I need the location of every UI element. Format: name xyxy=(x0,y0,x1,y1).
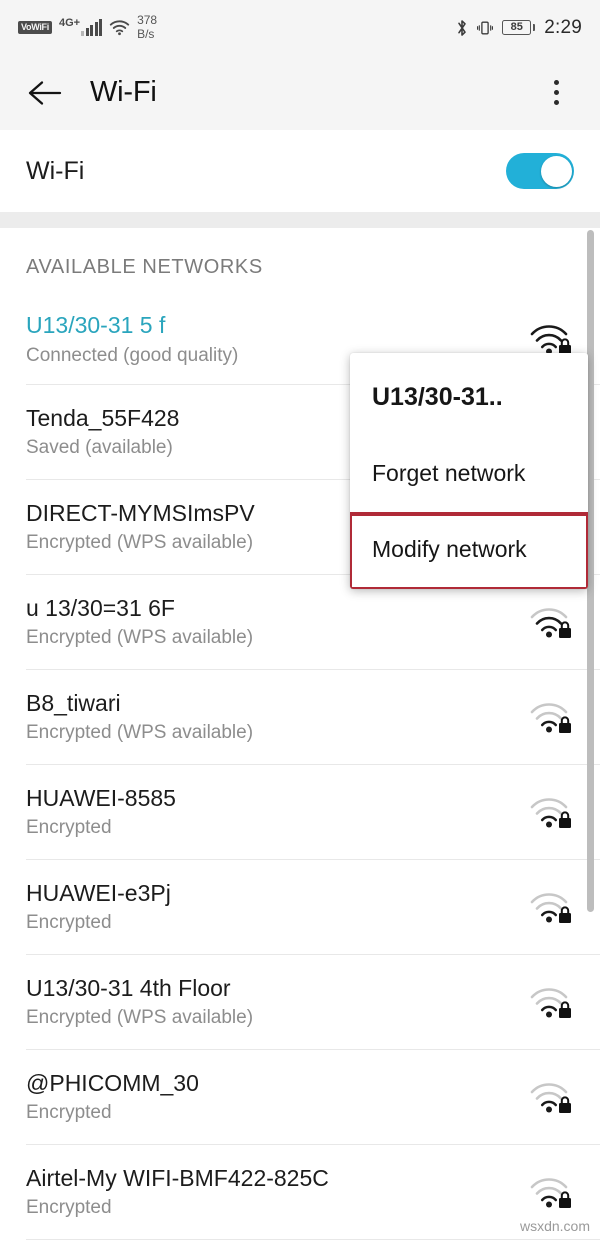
vibrate-icon xyxy=(477,19,494,37)
watermark: wsxdn.com xyxy=(519,1218,590,1234)
network-row-texts: @PHICOMM_30 Encrypted xyxy=(26,1069,199,1124)
wifi-toggle-switch[interactable] xyxy=(506,153,574,189)
cellular-signal-icon: 4G+ xyxy=(59,17,103,36)
network-name: HUAWEI-8585 xyxy=(26,784,176,811)
wifi-signal-lock-icon xyxy=(528,604,574,642)
wifi-toggle-knob xyxy=(540,155,572,187)
wifi-icon xyxy=(109,19,130,36)
network-name: B8_tiwari xyxy=(26,689,121,716)
phone-screen: VoWiFi 4G+ 378 B/s 85 2:29 Wi-Fi Wi-Fi A… xyxy=(0,0,600,1240)
network-row-texts: Tenda_55F428 Saved (available) xyxy=(26,404,180,459)
network-status: Encrypted (WPS available) xyxy=(26,532,254,554)
network-status: Encrypted xyxy=(26,1102,112,1124)
network-row-texts: HUAWEI-e3Pj Encrypted xyxy=(26,879,171,934)
status-bar: VoWiFi 4G+ 378 B/s 85 2:29 xyxy=(0,0,600,55)
network-row[interactable]: Airtel-My WIFI-BMF422-825C Encrypted xyxy=(0,1145,600,1240)
section-header-available-networks: AVAILABLE NETWORKS xyxy=(26,256,263,278)
bluetooth-icon xyxy=(456,19,468,37)
network-name: u 13/30=31 6F xyxy=(26,594,175,621)
network-row-texts: DIRECT-MYMSImsPV Encrypted (WPS available… xyxy=(26,499,255,554)
network-name: HUAWEI-e3Pj xyxy=(26,879,171,906)
network-status: Encrypted xyxy=(26,912,112,934)
network-name: DIRECT-MYMSImsPV xyxy=(26,499,255,526)
network-row-texts: U13/30-31 5 f Connected (good quality) xyxy=(26,313,238,366)
network-row[interactable]: u 13/30=31 6F Encrypted (WPS available) xyxy=(0,575,600,670)
network-status: Encrypted (WPS available) xyxy=(26,1007,254,1029)
network-name: Tenda_55F428 xyxy=(26,404,180,431)
back-arrow-icon[interactable] xyxy=(22,70,68,116)
network-status: Encrypted xyxy=(26,817,112,839)
wifi-signal-lock-icon xyxy=(528,1174,574,1212)
network-name: U13/30-31 4th Floor xyxy=(26,974,231,1001)
overflow-menu-icon[interactable] xyxy=(534,70,578,116)
data-rate-unit: B/s xyxy=(137,26,155,41)
network-row-texts: Airtel-My WIFI-BMF422-825C Encrypted xyxy=(26,1164,329,1219)
network-status: Encrypted xyxy=(26,1197,112,1219)
network-context-menu: U13/30-31.. Forget network Modify network xyxy=(350,353,588,589)
context-menu-item[interactable]: Modify network xyxy=(350,512,588,589)
network-name: Airtel-My WIFI-BMF422-825C xyxy=(26,1164,329,1191)
wifi-signal-lock-icon xyxy=(528,889,574,927)
section-divider xyxy=(0,212,600,228)
wifi-signal-lock-icon xyxy=(528,794,574,832)
network-status: Saved (available) xyxy=(26,437,173,459)
data-rate: 378 B/s xyxy=(137,13,158,41)
network-row-texts: HUAWEI-8585 Encrypted xyxy=(26,784,176,839)
battery-icon: 85 xyxy=(502,20,536,35)
wifi-toggle-row[interactable]: Wi-Fi xyxy=(0,130,600,212)
app-bar: Wi-Fi xyxy=(0,55,600,130)
network-row-texts: B8_tiwari Encrypted (WPS available) xyxy=(26,689,254,744)
network-name: U13/30-31 5 f xyxy=(26,312,166,339)
vowifi-icon: VoWiFi xyxy=(18,21,52,34)
network-row[interactable]: U13/30-31 4th Floor Encrypted (WPS availa… xyxy=(0,955,600,1050)
wifi-signal-lock-icon xyxy=(528,984,574,1022)
context-menu-title: U13/30-31.. xyxy=(372,383,503,411)
status-bar-left: VoWiFi 4G+ 378 B/s xyxy=(18,13,158,41)
data-rate-value: 378 xyxy=(137,13,158,28)
clock: 2:29 xyxy=(544,16,582,38)
battery-level: 85 xyxy=(510,21,523,33)
context-menu-items: Forget network Modify network xyxy=(350,438,588,589)
wifi-toggle-label: Wi-Fi xyxy=(26,156,85,185)
wifi-signal-lock-icon xyxy=(528,1079,574,1117)
network-row[interactable]: HUAWEI-8585 Encrypted xyxy=(0,765,600,860)
network-row[interactable]: B8_tiwari Encrypted (WPS available) xyxy=(0,670,600,765)
network-name: @PHICOMM_30 xyxy=(26,1069,199,1096)
network-row[interactable]: HUAWEI-e3Pj Encrypted xyxy=(0,860,600,955)
signal-bars-icon xyxy=(81,18,103,36)
network-row-texts: U13/30-31 4th Floor Encrypted (WPS availa… xyxy=(26,974,254,1029)
page-title: Wi-Fi xyxy=(90,76,157,108)
network-status: Encrypted (WPS available) xyxy=(26,627,254,649)
network-status: Connected (good quality) xyxy=(26,344,239,366)
wifi-signal-lock-icon xyxy=(528,699,574,737)
vertical-scrollbar[interactable] xyxy=(587,230,594,912)
network-row[interactable]: @PHICOMM_30 Encrypted xyxy=(0,1050,600,1145)
status-bar-right: 85 2:29 xyxy=(456,17,582,39)
network-status: Encrypted (WPS available) xyxy=(26,722,254,744)
context-menu-item[interactable]: Forget network xyxy=(350,438,588,513)
network-row-texts: u 13/30=31 6F Encrypted (WPS available) xyxy=(26,594,254,649)
